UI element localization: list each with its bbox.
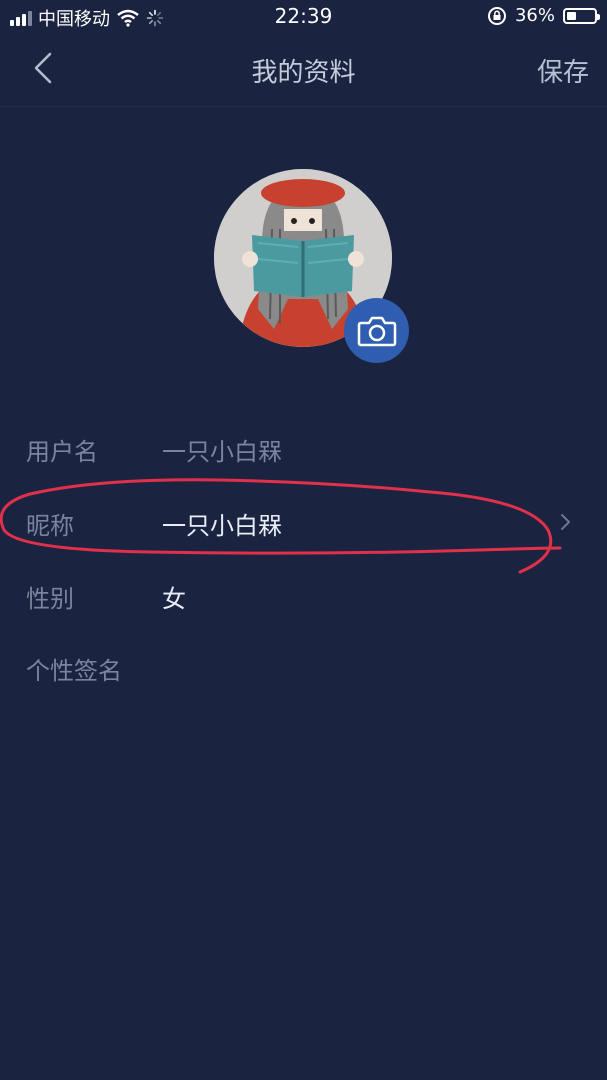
battery-percent: 36%	[514, 5, 555, 26]
gender-label: 性别	[26, 585, 74, 613]
page-title: 我的资料	[251, 58, 356, 88]
nickname-label: 昵称	[26, 512, 74, 540]
gender-row[interactable]: 性别 女	[0, 565, 607, 625]
status-right: 36%	[487, 5, 600, 26]
camera-icon	[357, 316, 396, 346]
username-value: 一只小白槑	[162, 438, 282, 466]
navigation-bar: 我的资料 保存	[0, 34, 607, 107]
signature-row[interactable]: 个性签名	[0, 637, 607, 697]
chevron-right-icon	[561, 514, 570, 530]
save-button[interactable]: 保存	[537, 52, 589, 89]
gender-value: 女	[162, 585, 186, 613]
nickname-row[interactable]: 昵称 一只小白槑	[0, 492, 607, 552]
signature-label: 个性签名	[26, 657, 122, 685]
nickname-value: 一只小白槑	[162, 512, 282, 540]
battery-icon	[563, 7, 600, 24]
orientation-lock-icon	[487, 6, 506, 25]
username-label: 用户名	[26, 438, 98, 466]
status-bar: 中国移动 22:39 36%	[0, 0, 607, 34]
battery-level	[567, 11, 577, 20]
change-avatar-camera-button[interactable]	[344, 298, 409, 363]
username-row: 用户名 一只小白槑	[0, 418, 607, 478]
